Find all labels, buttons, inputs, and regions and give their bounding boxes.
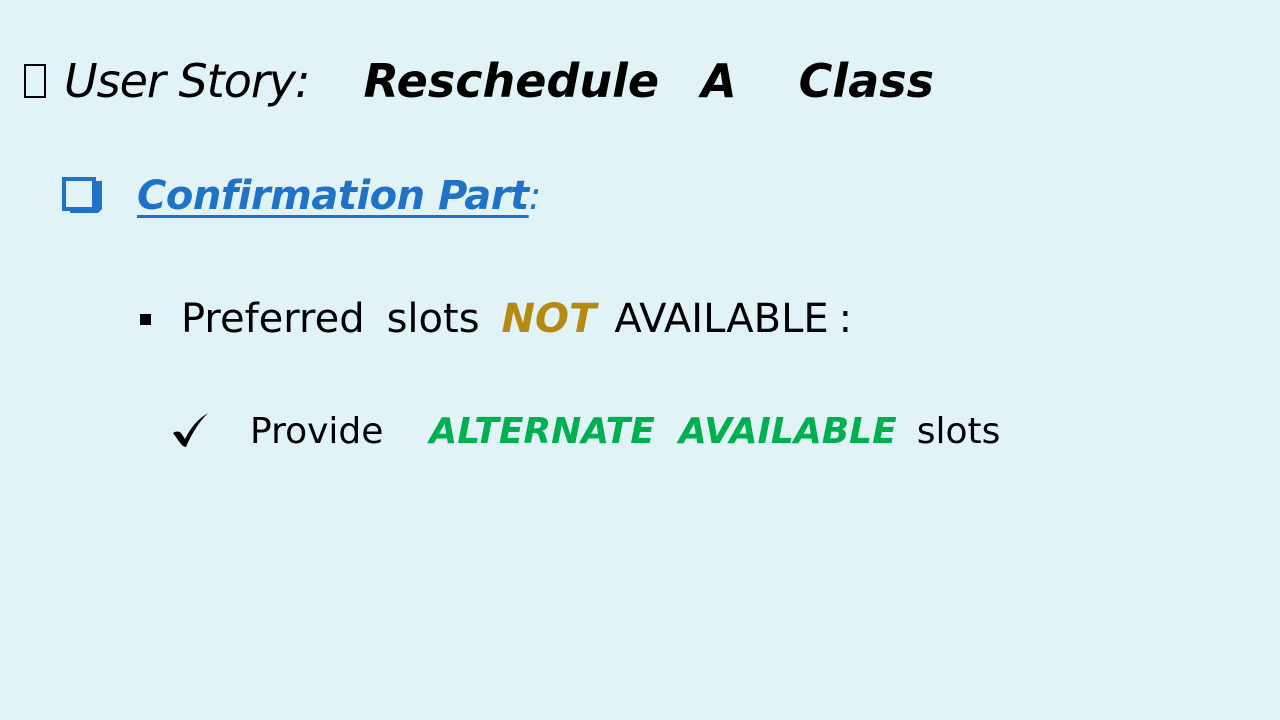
sub-word-slots: slots xyxy=(916,410,1001,452)
title-word-a: A xyxy=(701,54,737,108)
title-word-class: Class xyxy=(798,54,934,108)
sub-word-provide: Provide xyxy=(250,410,384,452)
sub-bullet-item: Provide ALTERNATE AVAILABLE slots xyxy=(170,406,1000,456)
title-word-reschedule: Reschedule xyxy=(363,54,660,108)
missing-glyph-icon xyxy=(24,64,46,98)
bullet-word-available: AVAILABLE xyxy=(614,296,829,342)
section-title: Confirmation Part xyxy=(137,173,529,219)
section-colon: : xyxy=(528,174,542,218)
slide-title: User Story: Reschedule A Class xyxy=(24,50,934,112)
sub-emphasis-available: AVAILABLE xyxy=(678,410,897,452)
checkbox-icon xyxy=(62,177,102,213)
section-heading: Confirmation Part : xyxy=(62,168,541,224)
bullet-emphasis-not: NOT xyxy=(501,296,597,342)
bullet-colon: : xyxy=(838,296,853,342)
checkmark-icon xyxy=(173,413,208,447)
bullet-word-preferred: Preferred xyxy=(181,296,365,342)
bullet-item: Preferred slots NOT AVAILABLE : xyxy=(140,292,852,346)
sub-emphasis-alternate: ALTERNATE xyxy=(429,410,655,452)
slide: User Story: Reschedule A Class Confirmat… xyxy=(0,0,1280,720)
square-bullet-icon xyxy=(140,313,151,325)
bullet-word-slots: slots xyxy=(386,296,480,342)
title-prefix: User Story: xyxy=(64,54,310,108)
